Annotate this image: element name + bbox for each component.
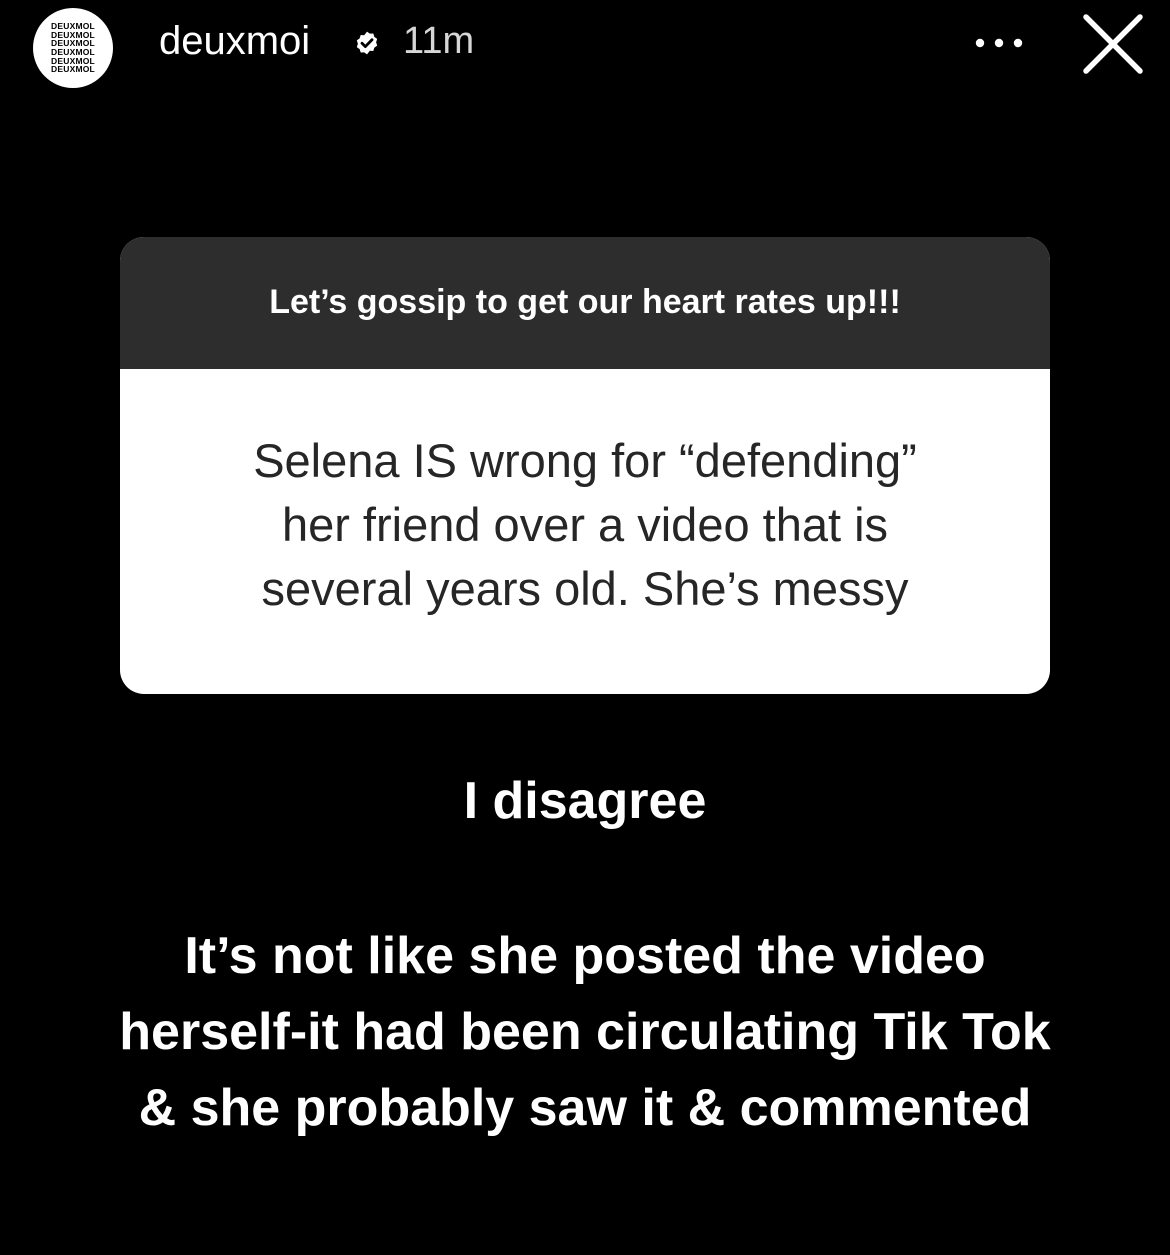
question-answer-line: Selena IS wrong for “defending”: [253, 433, 917, 487]
question-sticker: Let’s gossip to get our heart rates up!!…: [120, 237, 1050, 694]
question-answer-line: her friend over a video that is: [281, 497, 889, 551]
reply-heading: I disagree: [463, 772, 707, 830]
username[interactable]: deuxmoi: [159, 16, 310, 66]
reply-body: It’s not like she posted the video herse…: [0, 918, 1170, 1146]
question-answer: Selena IS wrong for “defending” her frie…: [120, 369, 1050, 694]
more-options-icon[interactable]: [974, 37, 1024, 49]
avatar[interactable]: DEUXMOL DEUXMOL DEUXMOL DEUXMOL DEUXMOL …: [33, 8, 113, 88]
question-answer-line: several years old. She’s messy: [261, 561, 909, 615]
post-time: 11m: [403, 20, 475, 62]
question-prompt: Let’s gossip to get our heart rates up!!…: [120, 237, 1050, 369]
reply-body-line: It’s not like she posted the video: [184, 927, 986, 985]
close-icon[interactable]: [1082, 13, 1144, 75]
reply-body-line: & she probably saw it & commented: [138, 1079, 1032, 1137]
verified-badge-icon: [356, 31, 378, 55]
reply-body-line: herself-it had been circulating Tik Tok: [119, 1003, 1051, 1061]
avatar-logo-line: DEUXMOL: [51, 64, 95, 75]
story-header: DEUXMOL DEUXMOL DEUXMOL DEUXMOL DEUXMOL …: [0, 0, 1170, 100]
